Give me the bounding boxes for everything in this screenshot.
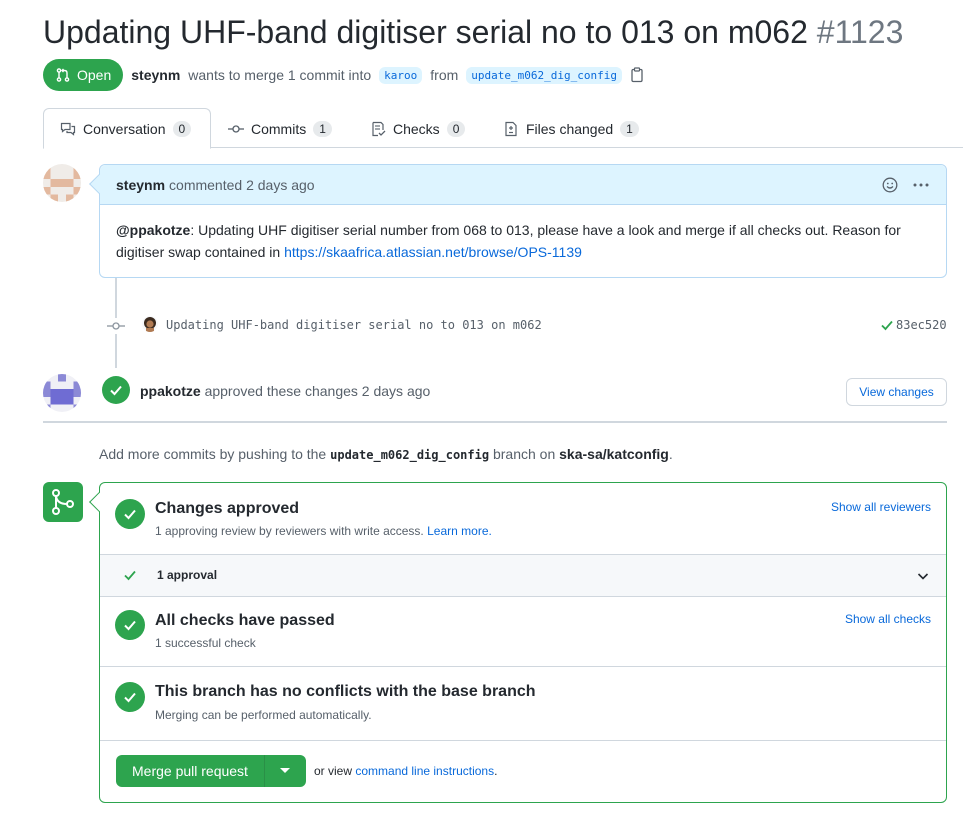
tab-counter: 1 bbox=[620, 120, 639, 137]
check-icon[interactable] bbox=[880, 318, 894, 332]
avatar[interactable] bbox=[43, 374, 81, 412]
pr-tabs: Conversation 0 Commits 1 Checks 0 Files … bbox=[43, 108, 963, 149]
conflicts-section: This branch has no conflicts with the ba… bbox=[100, 667, 946, 741]
tab-label: Conversation bbox=[83, 120, 166, 137]
identicon-avatar bbox=[43, 374, 81, 412]
show-all-checks-link[interactable]: Show all checks bbox=[845, 612, 931, 626]
timeline-divider bbox=[43, 421, 947, 423]
push-hint-suffix: . bbox=[668, 446, 673, 462]
approval-section: Changes approved 1 approving review by r… bbox=[100, 483, 946, 555]
git-pull-request-icon bbox=[56, 68, 70, 82]
tab-counter: 0 bbox=[446, 120, 466, 137]
check-icon bbox=[110, 385, 122, 396]
mention-link[interactable]: @ppakotze bbox=[116, 222, 190, 238]
identicon-avatar bbox=[43, 164, 81, 202]
state-label: Open bbox=[77, 67, 112, 83]
chevron-down-icon[interactable] bbox=[916, 569, 930, 583]
comment-body: @ppakotze: Updating UHF digitiser serial… bbox=[100, 205, 946, 277]
git-merge-icon bbox=[52, 489, 74, 515]
kebab-horizontal-icon[interactable] bbox=[912, 177, 930, 193]
merge-pull-request-button[interactable]: Merge pull request bbox=[116, 755, 265, 787]
checklist-icon bbox=[372, 121, 386, 136]
approved-check-badge bbox=[115, 499, 145, 529]
conflicts-title: This branch has no conflicts with the ba… bbox=[155, 683, 536, 700]
tab-label: Checks bbox=[393, 120, 440, 137]
pr-title-text: Updating UHF-band digitiser serial no to… bbox=[43, 14, 808, 50]
person-avatar-icon bbox=[142, 316, 158, 332]
from-text: from bbox=[430, 67, 459, 83]
pr-status-row: Open steynm wants to merge 1 commit into… bbox=[43, 59, 644, 91]
cli-suffix: . bbox=[494, 764, 498, 778]
tab-label: Commits bbox=[251, 120, 307, 137]
approval-count: 1 approval bbox=[157, 568, 218, 582]
approved-title: Changes approved bbox=[155, 500, 300, 517]
cli-hint: or view command line instructions. bbox=[314, 764, 497, 778]
tab-checks[interactable]: Checks 0 bbox=[354, 108, 481, 149]
view-changes-button[interactable]: View changes bbox=[846, 378, 947, 406]
pr-author-link[interactable]: steynm bbox=[131, 67, 180, 83]
command-line-instructions-link[interactable]: command line instructions bbox=[355, 764, 494, 778]
check-icon bbox=[124, 620, 136, 631]
show-all-reviewers-link[interactable]: Show all reviewers bbox=[831, 500, 931, 514]
checks-section: All checks have passed 1 successful chec… bbox=[100, 597, 946, 667]
git-commit-icon bbox=[228, 124, 244, 133]
conflicts-subtitle: Merging can be performed automatically. bbox=[155, 708, 372, 722]
commit-sha[interactable]: 83ec520 bbox=[896, 318, 947, 332]
state-badge: Open bbox=[43, 59, 124, 91]
push-hint: Add more commits by pushing to the updat… bbox=[99, 446, 673, 462]
base-branch[interactable]: karoo bbox=[379, 66, 423, 84]
checks-passed-badge bbox=[115, 610, 145, 640]
tab-counter: 0 bbox=[172, 120, 192, 137]
approved-sub-text: 1 approving review by reviewers with wri… bbox=[155, 524, 424, 538]
checks-subtitle: 1 successful check bbox=[155, 636, 256, 650]
commit-message[interactable]: Updating UHF-band digitiser serial no to… bbox=[166, 318, 542, 332]
comment-discussion-icon bbox=[60, 122, 76, 136]
tab-commits[interactable]: Commits 1 bbox=[212, 108, 348, 149]
checks-title: All checks have passed bbox=[155, 612, 335, 629]
comment-box: steynm commented 2 days ago @ppakotze: U… bbox=[89, 164, 947, 278]
copy-icon[interactable] bbox=[630, 67, 644, 83]
file-diff-icon bbox=[505, 121, 517, 136]
git-merge-icon-box bbox=[43, 482, 83, 522]
head-branch[interactable]: update_m062_dig_config bbox=[466, 66, 622, 84]
approved-subtitle: 1 approving review by reviewers with wri… bbox=[155, 524, 492, 538]
smiley-icon[interactable] bbox=[882, 177, 898, 193]
merge-text: wants to merge 1 commit into bbox=[188, 67, 372, 83]
issue-link[interactable]: https://skaafrica.atlassian.net/browse/O… bbox=[284, 244, 582, 260]
comment-author[interactable]: steynm bbox=[116, 177, 165, 193]
tab-files-changed[interactable]: Files changed 1 bbox=[487, 108, 655, 149]
comment-meta[interactable]: commented 2 days ago bbox=[169, 177, 315, 193]
merge-box: Changes approved 1 approving review by r… bbox=[89, 482, 947, 803]
comment-header: steynm commented 2 days ago bbox=[100, 165, 946, 205]
git-commit-icon bbox=[107, 318, 125, 334]
review-event: ppakotze approved these changes 2 days a… bbox=[140, 383, 430, 399]
tab-counter: 1 bbox=[313, 120, 332, 137]
triangle-down-icon bbox=[280, 768, 291, 773]
tab-conversation[interactable]: Conversation 0 bbox=[43, 108, 211, 149]
or-view-text: or view bbox=[314, 764, 353, 778]
pr-title: Updating UHF-band digitiser serial no to… bbox=[43, 10, 903, 54]
approval-count-row[interactable]: 1 approval bbox=[100, 555, 946, 597]
check-icon bbox=[124, 692, 136, 703]
repo-name: ska-sa/katconfig bbox=[559, 446, 669, 462]
commit-status: 83ec520 bbox=[880, 318, 947, 332]
push-hint-branch: update_m062_dig_config bbox=[330, 448, 490, 462]
push-hint-middle: branch on bbox=[492, 446, 556, 462]
pr-number: #1123 bbox=[816, 14, 904, 50]
review-text[interactable]: approved these changes 2 days ago bbox=[205, 383, 431, 399]
merge-button-group: Merge pull request bbox=[116, 755, 306, 787]
avatar[interactable] bbox=[43, 164, 81, 202]
no-conflicts-badge bbox=[115, 682, 145, 712]
commit-author-avatar[interactable] bbox=[142, 316, 158, 332]
merge-method-dropdown[interactable] bbox=[264, 755, 306, 787]
learn-more-link[interactable]: Learn more. bbox=[427, 524, 492, 538]
check-icon bbox=[124, 570, 136, 581]
push-hint-prefix: Add more commits by pushing to the bbox=[99, 446, 327, 462]
approved-badge bbox=[102, 376, 130, 404]
check-icon bbox=[124, 509, 136, 520]
tab-label: Files changed bbox=[526, 120, 614, 137]
reviewer-link[interactable]: ppakotze bbox=[140, 383, 201, 399]
